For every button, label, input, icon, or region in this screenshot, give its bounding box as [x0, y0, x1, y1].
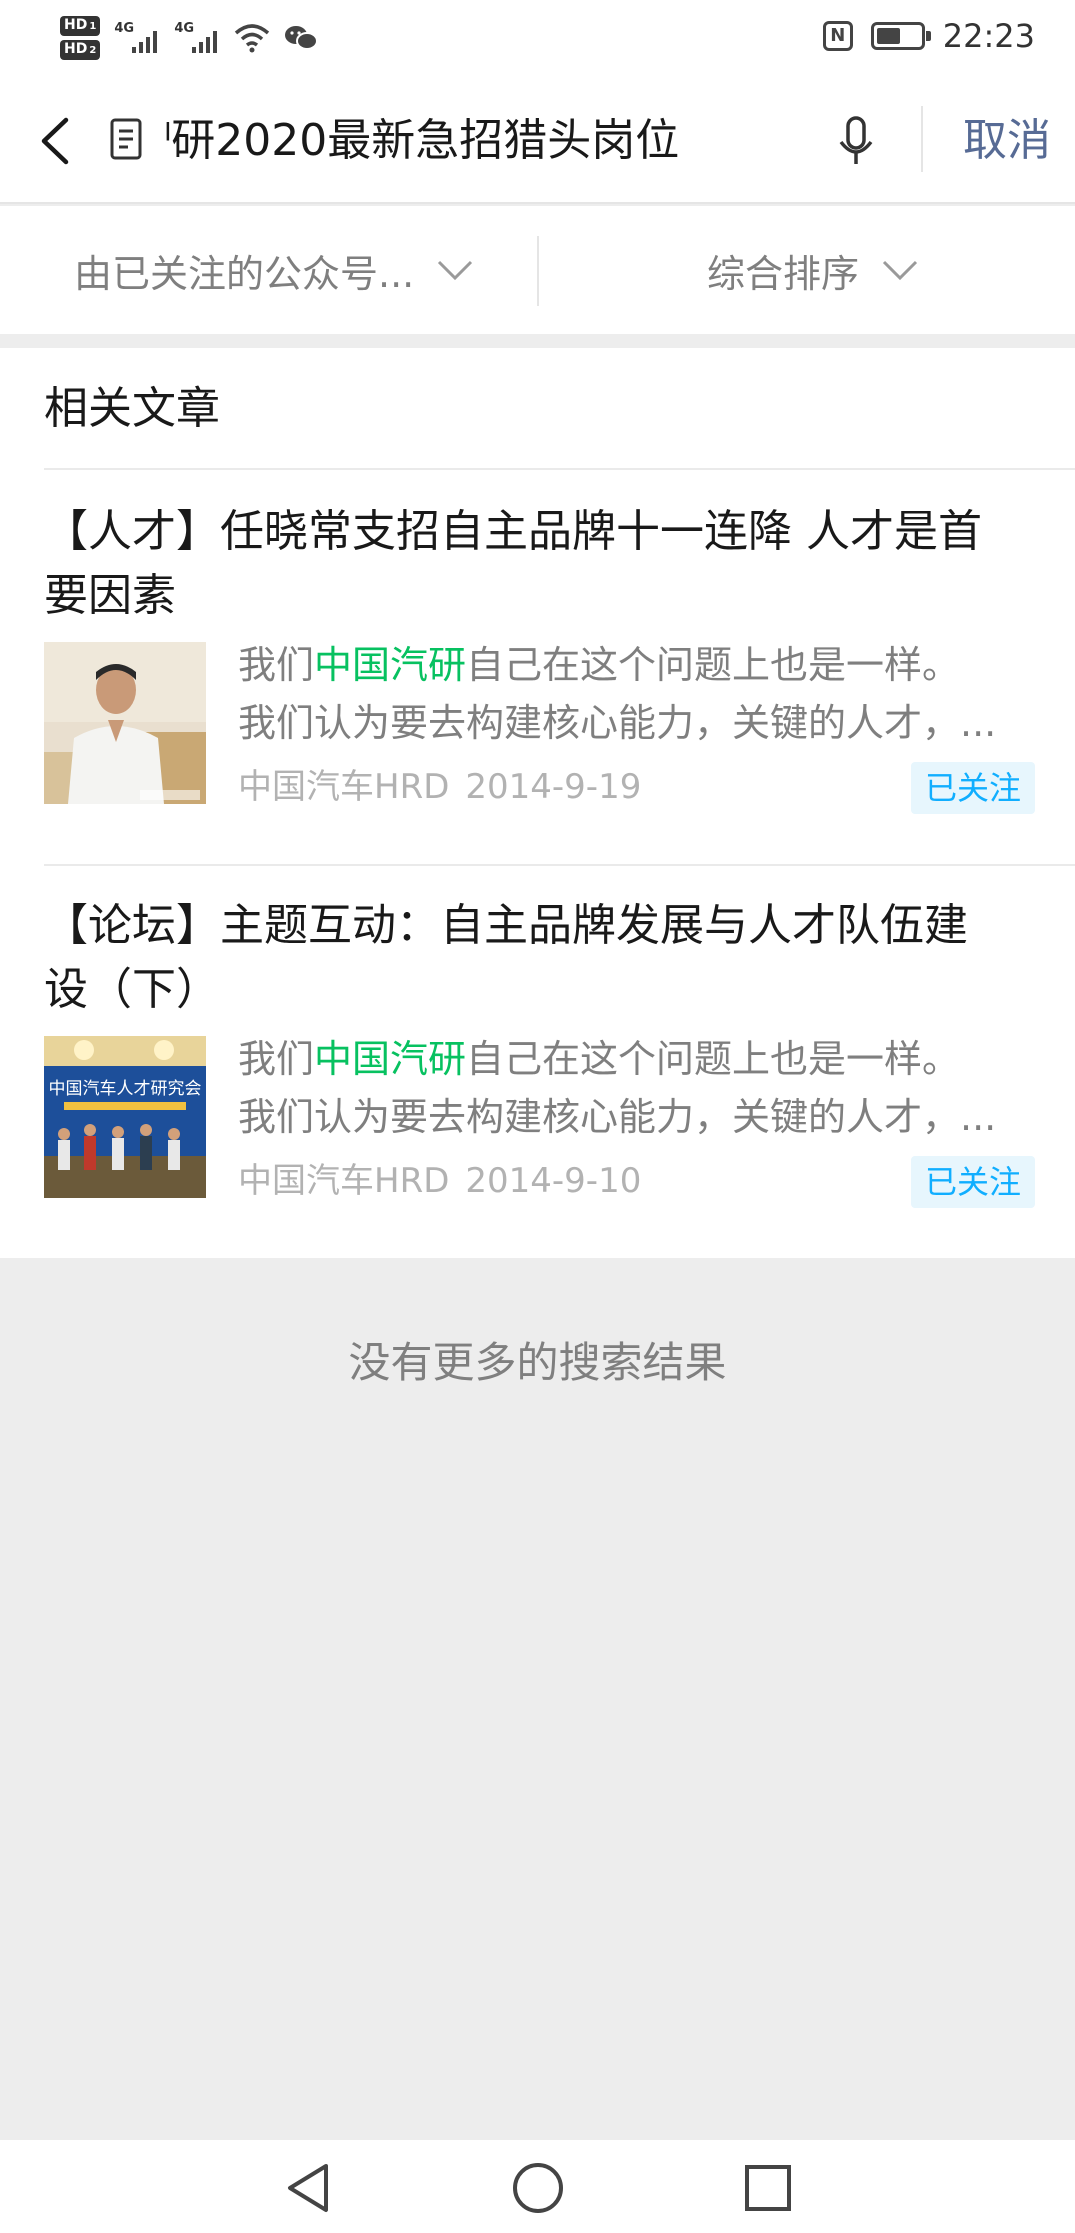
snippet-line2: 我们认为要去构建核心能力，关键的人才，...	[238, 1095, 997, 1139]
cancel-button[interactable]: 取消	[952, 106, 1062, 176]
snippet-line1: 我们中国汽研自己在这个问题上也是一样。	[238, 1030, 1038, 1088]
status-bar: HD 1 HD 2 4G 4G N 22:23	[0, 0, 1075, 76]
thumbnail-banner-text: 中国汽车人才研究会	[49, 1079, 202, 1099]
hd2-label: HD	[64, 41, 88, 57]
article-date: 2014-9-10	[465, 1161, 642, 1201]
article-snippet: 我们中国汽研自己在这个问题上也是一样。 我们认为要去构建核心能力，关键的人才，.…	[238, 636, 1038, 752]
clock: 22:23	[942, 17, 1035, 55]
article-title-line2: 要因素	[44, 570, 176, 621]
hd1-label: HD	[64, 17, 88, 33]
no-more-results: 没有更多的搜索结果	[348, 1338, 727, 1387]
article-meta: 中国汽车HRD 2014-9-19	[238, 758, 641, 816]
wechat-icon	[285, 26, 319, 50]
chevron-down-icon	[438, 260, 473, 281]
article-title-line2: 设（下）	[44, 964, 220, 1015]
nfc-icon: N	[822, 21, 853, 51]
followed-badge: 已关注	[910, 762, 1035, 814]
source-filter-label: 由已关注的公众号...	[74, 251, 415, 296]
nav-back-icon[interactable]	[278, 2158, 338, 2218]
signal-icon-2: 4G	[174, 21, 220, 55]
article-source: 中国汽车HRD	[238, 1161, 450, 1201]
status-left: HD 1 HD 2 4G 4G	[60, 6, 319, 70]
section-gap	[0, 334, 1075, 348]
article-thumbnail: 中国汽车人才研究会	[44, 1036, 206, 1198]
snippet-text: 自己在这个问题上也是一样。	[466, 643, 961, 687]
search-input[interactable]: ˡ研2020最新急招猎头岗位	[164, 106, 704, 176]
header-divider	[921, 106, 923, 172]
filter-divider	[537, 236, 539, 306]
snippet-highlight: 中国汽研	[314, 643, 467, 687]
article-date: 2014-9-19	[465, 767, 642, 807]
status-right: N 22:23	[822, 14, 1035, 58]
snippet-text: 我们	[238, 1037, 315, 1081]
snippet-line1: 我们中国汽研自己在这个问题上也是一样。	[238, 636, 1038, 694]
signal-icon: 4G	[114, 21, 160, 55]
article-item[interactable]: 【人才】任晓常支招自主品牌十一连降 人才是首 要因素 我们中国汽研自己在这个问题…	[0, 470, 1075, 862]
network-type-1: 4G	[114, 21, 135, 36]
section-title: 相关文章	[44, 383, 220, 434]
snippet-line2: 我们认为要去构建核心能力，关键的人才，...	[238, 701, 997, 745]
system-nav-bar	[0, 2140, 1075, 2233]
search-header: ˡ研2020最新急招猎头岗位 取消	[0, 76, 1075, 204]
hd-indicators: HD 1 HD 2	[60, 16, 101, 60]
nav-home-icon[interactable]	[508, 2158, 568, 2218]
article-item[interactable]: 【论坛】主题互动：自主品牌发展与人才队伍建 设（下） 中国汽车人才研究会 我们中…	[0, 864, 1075, 1256]
article-title-line1: 【人才】任晓常支招自主品牌十一连降 人才是首	[44, 506, 982, 557]
chevron-down-icon	[882, 260, 918, 281]
back-icon[interactable]	[28, 106, 88, 176]
snippet-text: 自己在这个问题上也是一样。	[466, 1037, 961, 1081]
network-type-2: 4G	[174, 21, 195, 36]
hd2-sub: 2	[89, 45, 97, 56]
hd1-badge: HD 1	[60, 16, 101, 36]
article-title: 【论坛】主题互动：自主品牌发展与人才队伍建 设（下）	[44, 894, 1034, 1022]
sort-filter-label: 综合排序	[707, 251, 860, 296]
hd1-sub: 1	[89, 21, 97, 32]
article-title: 【人才】任晓常支招自主品牌十一连降 人才是首 要因素	[44, 500, 1034, 628]
article-meta: 中国汽车HRD 2014-9-10	[238, 1152, 641, 1210]
hd2-badge: HD 2	[60, 40, 101, 60]
nav-recents-icon[interactable]	[738, 2158, 798, 2218]
battery-fill	[876, 28, 900, 44]
source-filter[interactable]: 由已关注的公众号...	[74, 206, 474, 334]
filter-bar: 由已关注的公众号... 综合排序	[0, 206, 1075, 334]
sort-filter[interactable]: 综合排序	[707, 206, 919, 334]
battery-icon	[870, 22, 931, 50]
article-source: 中国汽车HRD	[238, 767, 450, 807]
document-icon	[110, 118, 142, 160]
article-title-line1: 【论坛】主题互动：自主品牌发展与人才队伍建	[44, 900, 968, 951]
followed-badge: 已关注	[910, 1156, 1035, 1208]
snippet-highlight: 中国汽研	[314, 1037, 467, 1081]
article-thumbnail	[44, 642, 206, 804]
microphone-icon[interactable]	[826, 106, 886, 176]
snippet-text: 我们	[238, 643, 315, 687]
article-snippet: 我们中国汽研自己在这个问题上也是一样。 我们认为要去构建核心能力，关键的人才，.…	[238, 1030, 1038, 1146]
nfc-label: N	[830, 25, 846, 46]
results-panel: 相关文章 【人才】任晓常支招自主品牌十一连降 人才是首 要因素 我们中国汽研自己…	[0, 348, 1075, 1258]
wifi-icon	[235, 24, 270, 53]
